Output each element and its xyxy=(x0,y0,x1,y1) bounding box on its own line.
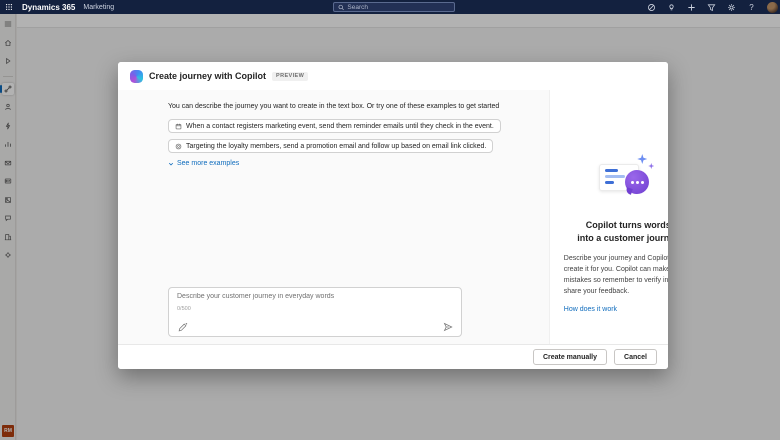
sparkle-small-icon xyxy=(648,163,654,169)
cancel-button[interactable]: Cancel xyxy=(614,349,657,365)
dialog-main-column: You can describe the journey you want to… xyxy=(118,90,549,344)
see-more-examples-link[interactable]: See more examples xyxy=(168,160,239,167)
pen-sparkle-icon[interactable] xyxy=(177,321,188,332)
brand-title[interactable]: Dynamics 365 xyxy=(22,3,75,12)
create-manually-button[interactable]: Create manually xyxy=(533,349,607,365)
example-chip-1-label: When a contact registers marketing event… xyxy=(186,123,494,130)
preview-badge: PREVIEW xyxy=(272,72,308,81)
copilot-illustration xyxy=(593,156,663,204)
filter-icon[interactable] xyxy=(707,3,716,12)
send-icon[interactable] xyxy=(442,321,453,332)
lightbulb-icon[interactable] xyxy=(667,3,676,12)
plus-icon[interactable] xyxy=(687,3,696,12)
dialog-footer: Create manually Cancel xyxy=(118,344,668,369)
copilot-icon xyxy=(130,70,143,83)
search-icon xyxy=(338,4,344,11)
app-name[interactable]: Marketing xyxy=(83,4,114,11)
gear-icon[interactable] xyxy=(727,3,736,12)
journey-description-inputbox[interactable]: 0/500 xyxy=(168,287,462,337)
journey-description-textarea[interactable] xyxy=(177,293,453,304)
chevron-down-icon xyxy=(168,161,174,167)
copilot-info-panel: Copilot turns words into a customer jour… xyxy=(549,90,668,344)
example-chip-2[interactable]: Targeting the loyalty members, send a pr… xyxy=(168,139,493,153)
intro-text: You can describe the journey you want to… xyxy=(168,103,501,110)
dialog-body: You can describe the journey you want to… xyxy=(118,90,668,344)
dialog-header: Create journey with Copilot PREVIEW xyxy=(118,62,668,90)
chat-bubble-graphic xyxy=(625,170,649,194)
top-nav-bar: Dynamics 365 Marketing xyxy=(0,0,780,14)
help-icon[interactable]: ? xyxy=(747,3,756,12)
global-search[interactable] xyxy=(333,2,455,12)
target-icon xyxy=(175,143,182,150)
circle-slash-icon[interactable] xyxy=(647,3,656,12)
waffle-menu-icon[interactable] xyxy=(2,0,16,14)
example-chip-1[interactable]: When a contact registers marketing event… xyxy=(168,119,501,133)
search-input[interactable] xyxy=(347,4,450,11)
how-does-it-work-link[interactable]: How does it work xyxy=(564,306,617,313)
panel-description: Describe your journey and Copilot will c… xyxy=(564,254,668,297)
panel-heading: Copilot turns words into a customer jour… xyxy=(577,219,668,244)
panel-heading-line1: Copilot turns words xyxy=(577,219,668,232)
topbar-actions: ? xyxy=(647,0,778,14)
dialog-title: Create journey with Copilot xyxy=(149,71,266,81)
sparkle-icon xyxy=(637,154,647,164)
example-chip-2-label: Targeting the loyalty members, send a pr… xyxy=(186,143,486,150)
event-icon xyxy=(175,123,182,130)
panel-heading-line2: into a customer journey xyxy=(577,232,668,245)
see-more-label: See more examples xyxy=(177,160,239,167)
screen: Dynamics 365 Marketing xyxy=(0,0,780,440)
char-counter: 0/500 xyxy=(177,306,453,312)
create-journey-copilot-dialog: Create journey with Copilot PREVIEW You … xyxy=(118,62,668,369)
input-actions-row xyxy=(177,321,453,332)
user-avatar[interactable] xyxy=(767,2,778,13)
